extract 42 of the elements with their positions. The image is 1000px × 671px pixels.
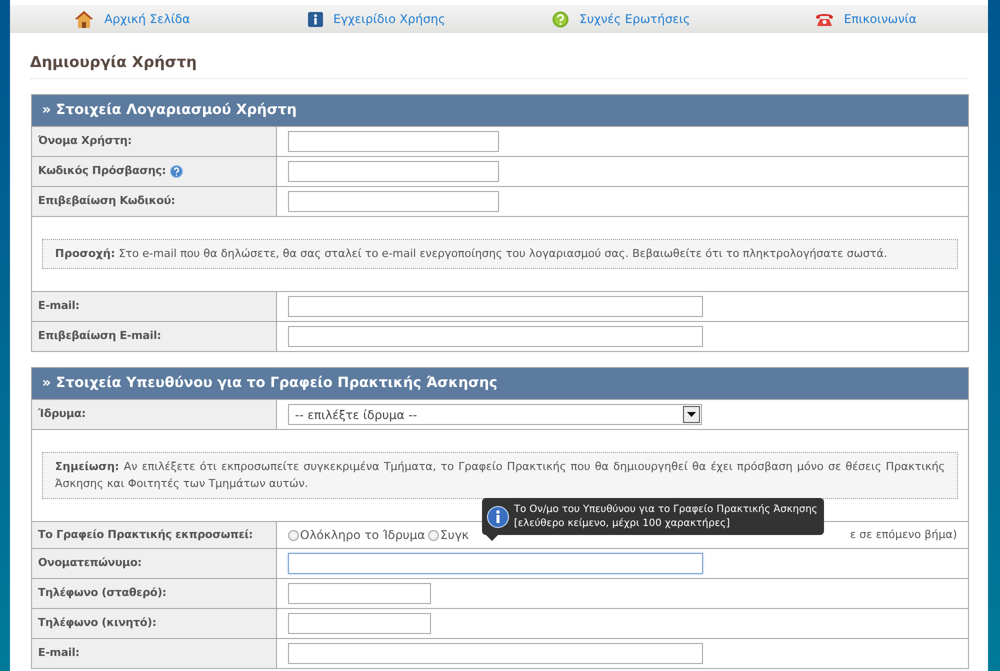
field-label: Ονοματεπώνυμο: xyxy=(38,555,142,572)
nav-link[interactable]: Αρχική Σελίδα xyxy=(104,10,190,28)
section-header: » Στοιχεία Υπευθύνου για το Γραφείο Πρακτικής Άσκησης xyxy=(32,368,968,399)
section-header: » Στοιχεία Λογαριασμού Χρήστη xyxy=(32,94,968,126)
input-field[interactable] xyxy=(288,553,703,574)
field-label: Ίδρυμα: xyxy=(38,406,86,422)
phone-icon xyxy=(814,12,834,26)
radio-label[interactable]: Ολόκληρο το Ίδρυμα xyxy=(300,526,426,544)
input-field[interactable] xyxy=(288,130,499,152)
input-field[interactable] xyxy=(288,583,431,604)
nav-link[interactable]: Επικοινωνία xyxy=(844,10,917,28)
radio-label: ε σε επόμενο βήμα) xyxy=(850,526,957,543)
tooltip-text: Το Ον/μο του Υπευθύνου για το Γραφείο Πρακτικής Άσκησης [ελεύθερο κείμενο, μέχρι 100 χαρακτήρες] xyxy=(514,503,818,530)
home-icon xyxy=(74,10,94,28)
input-field[interactable] xyxy=(288,643,703,664)
input-field[interactable] xyxy=(288,613,431,634)
field-label: E-mail: xyxy=(38,298,80,314)
radio-button[interactable] xyxy=(428,530,440,540)
input-field[interactable] xyxy=(288,190,499,212)
nav-link[interactable]: Συχνές Ερωτήσεις xyxy=(579,10,690,28)
radio-label[interactable]: Συγκ xyxy=(440,526,469,544)
field-label: Τηλέφωνο (κινητό): xyxy=(38,615,156,632)
field-label: Κωδικός Πρόσβασης: xyxy=(38,162,166,179)
field-label: Το Γραφείο Πρακτικής εκπροσωπεί: xyxy=(38,526,253,543)
help-icon[interactable] xyxy=(170,164,184,178)
field-label: Επιβεβαίωση E-mail: xyxy=(38,328,162,344)
radio-button[interactable] xyxy=(288,530,299,540)
field-label: Επιβεβαίωση Κωδικού: xyxy=(38,192,176,209)
nav-link[interactable]: Εγχειρίδιο Χρήσης xyxy=(333,10,446,28)
question-icon xyxy=(552,10,570,28)
input-field[interactable] xyxy=(288,326,703,347)
note-text: Σημείωση: Αν επιλέξετε ότι εκπροσωπείτε συγκεκριμένα Τμήματα, το Γραφείο Πρακτικής που θα δημιουργηθεί θα έχει πρόσβαση μόνο σε θέσεις Πρακτικής Άσκησης και Φοιτητές των Τμημάτων αυτών. xyxy=(42,452,958,499)
info-icon xyxy=(487,506,509,528)
note-text: Προσοχή: Στο e-mail που θα δηλώσετε, θα σας σταλεί το e-mail ενεργοποίησης του λογαριασμού σας. Βεβαιωθείτε ότι το πληκτρολογήσατε σωστά. xyxy=(42,238,958,269)
input-field[interactable] xyxy=(288,160,499,182)
field-label: E-mail: xyxy=(38,645,80,662)
page-title: Δημιουργία Χρήστη xyxy=(30,51,968,78)
info-icon xyxy=(308,12,324,26)
input-field[interactable] xyxy=(288,296,703,317)
field-label: Τηλέφωνο (σταθερό): xyxy=(38,585,166,602)
field-label: Όνομα Χρήστη: xyxy=(38,132,132,149)
select-field[interactable]: -- επιλέξτε ίδρυμα -- xyxy=(288,404,702,425)
